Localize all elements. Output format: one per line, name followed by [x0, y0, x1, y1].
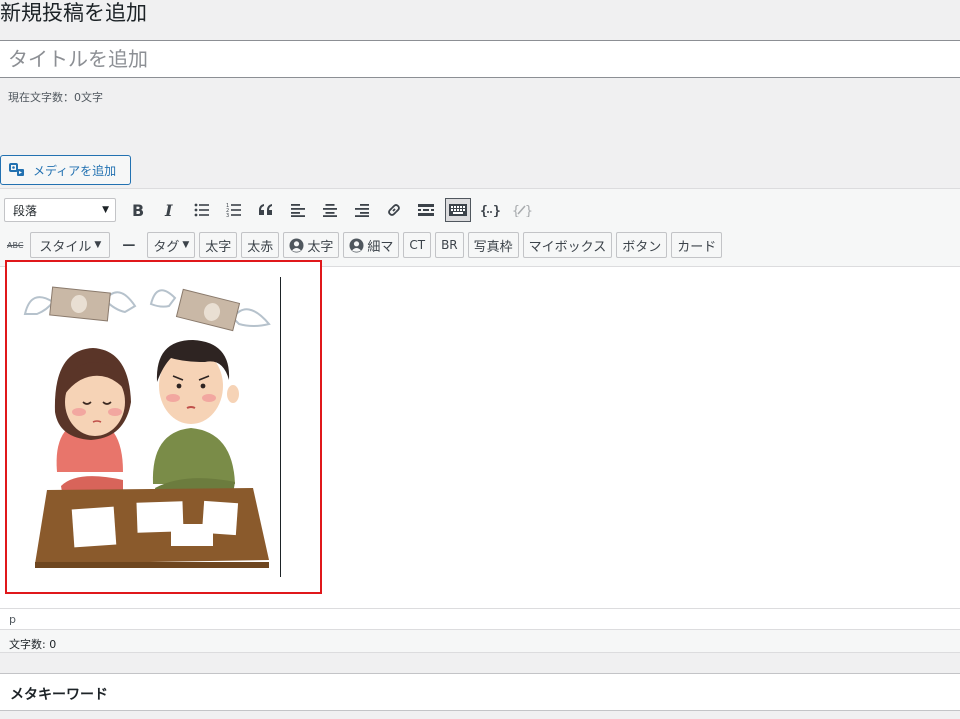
chevron-down-icon: ▼ — [94, 240, 102, 250]
bold-text-label: 太字 — [205, 239, 232, 255]
photo-frame-label: 写真枠 — [473, 239, 513, 255]
format-select-value: 段落 — [13, 203, 38, 218]
svg-text:}: } — [493, 204, 500, 217]
strikethrough-button[interactable]: ABC — [4, 232, 26, 258]
add-media-label: メディアを追加 — [33, 163, 117, 178]
add-media-button[interactable]: メディアを追加 — [0, 155, 131, 185]
toolbar-toggle-frame — [445, 198, 471, 222]
bold-red-label: 太赤 — [247, 239, 274, 255]
bold-icon: B — [132, 202, 144, 218]
svg-text:B: B — [132, 202, 144, 218]
link-button[interactable] — [378, 197, 410, 223]
classic-editor: 段落 ▼ B I 1 2 3 {{ABC スタイル ▼ — タグ ▼ 太字 … — [0, 188, 960, 653]
blockquote-icon — [259, 204, 272, 215]
photo-frame-button[interactable]: 写真枠 — [467, 232, 519, 258]
tag-dropdown-label: タグ — [153, 239, 180, 255]
br-label: BR — [441, 238, 458, 252]
post-title-input[interactable] — [0, 41, 960, 77]
user-bold-label: 太字 — [307, 239, 334, 255]
br-button[interactable]: BR — [435, 232, 464, 258]
flying-money-right-icon — [149, 288, 271, 332]
style-dropdown[interactable]: スタイル ▼ — [30, 232, 111, 258]
italic-button[interactable]: I — [154, 197, 186, 223]
flying-money-left-icon — [23, 286, 137, 322]
text-cursor — [280, 277, 281, 577]
bold-red-button[interactable]: 太赤 — [241, 232, 280, 258]
link-icon — [388, 204, 400, 216]
bullet-list-icon — [194, 203, 209, 217]
man-figure — [152, 340, 239, 498]
align-center-button[interactable] — [314, 197, 346, 223]
media-icon — [9, 163, 24, 176]
element-path: p — [0, 608, 960, 629]
align-left-icon — [291, 204, 305, 217]
worried-couple-illustration — [23, 286, 271, 568]
svg-text:{: { — [480, 204, 488, 217]
numbered-list-button[interactable]: 1 2 3 — [218, 197, 250, 223]
meta-keywords-title: メタキーワード — [10, 687, 108, 703]
blockquote-button[interactable] — [250, 197, 282, 223]
horizontal-rule-button[interactable]: — — [114, 232, 143, 258]
horizontal-rule-label: — — [122, 237, 136, 253]
code-block-icon: { } — [480, 204, 500, 217]
strikethrough-label: ABC — [7, 240, 24, 250]
word-count: 文字数: 0 — [0, 629, 960, 653]
page-title: 新規投稿を追加 — [0, 1, 147, 25]
chevron-down-icon: ▼ — [182, 240, 190, 250]
ct-button[interactable]: CT — [403, 232, 432, 258]
code-inactive-icon: { } — [512, 204, 532, 217]
toolbar-toggle-button[interactable] — [442, 197, 474, 223]
my-box-label: マイボックス — [528, 239, 607, 255]
read-more-icon — [418, 204, 434, 216]
my-box-button[interactable]: マイボックス — [522, 232, 613, 258]
code-block-button[interactable]: { } — [474, 197, 506, 223]
user-icon — [349, 238, 364, 252]
chevron-down-icon: ▼ — [102, 205, 109, 215]
bold-button[interactable]: B — [122, 197, 154, 223]
editor-toolbar: 段落 ▼ B I 1 2 3 {{ABC スタイル ▼ — タグ ▼ 太字 … — [0, 189, 960, 267]
style-dropdown-label: スタイル — [39, 239, 92, 255]
user-thin-label: 細マ — [367, 239, 394, 255]
ct-label: CT — [409, 238, 426, 252]
code-inactive-button[interactable]: { } — [506, 197, 538, 223]
user-thin-button[interactable]: 細マ — [343, 232, 400, 258]
align-center-icon — [323, 204, 337, 217]
woman-figure — [54, 348, 131, 498]
svg-text:3: 3 — [226, 213, 229, 217]
selected-image[interactable] — [5, 260, 322, 594]
meta-keywords-box[interactable]: メタキーワード — [0, 673, 960, 711]
align-right-button[interactable] — [346, 197, 378, 223]
user-icon — [289, 238, 304, 252]
italic-icon: I — [164, 202, 173, 218]
user-bold-button[interactable]: 太字 — [283, 232, 340, 258]
align-right-icon — [355, 204, 369, 217]
svg-text:I: I — [164, 202, 173, 218]
post-title-wrapper — [0, 40, 960, 78]
table-with-papers — [35, 488, 269, 568]
bold-text-button[interactable]: 太字 — [199, 232, 238, 258]
bullet-list-button[interactable] — [186, 197, 218, 223]
toolbar-row-2: ABC スタイル ▼ — タグ ▼ 太字 太赤 太字 細マ CT BR 写真枠 … — [4, 232, 723, 258]
button-shortcode-button[interactable]: ボタン — [616, 232, 668, 258]
button-shortcode-label: ボタン — [622, 239, 662, 255]
align-left-button[interactable] — [282, 197, 314, 223]
toolbar-row-1: 段落 ▼ B I 1 2 3 {{ — [4, 197, 538, 223]
character-count: 現在文字数：0文字 — [8, 91, 103, 104]
svg-text:}: } — [525, 204, 532, 217]
numbered-list-icon: 1 2 3 — [226, 203, 241, 217]
tag-dropdown[interactable]: タグ ▼ — [147, 232, 196, 258]
toolbar-toggle-icon — [449, 204, 467, 216]
card-label: カード — [677, 239, 717, 255]
card-button[interactable]: カード — [671, 232, 723, 258]
format-select[interactable]: 段落 ▼ — [4, 198, 116, 222]
read-more-button[interactable] — [410, 197, 442, 223]
svg-text:{: { — [512, 204, 520, 217]
